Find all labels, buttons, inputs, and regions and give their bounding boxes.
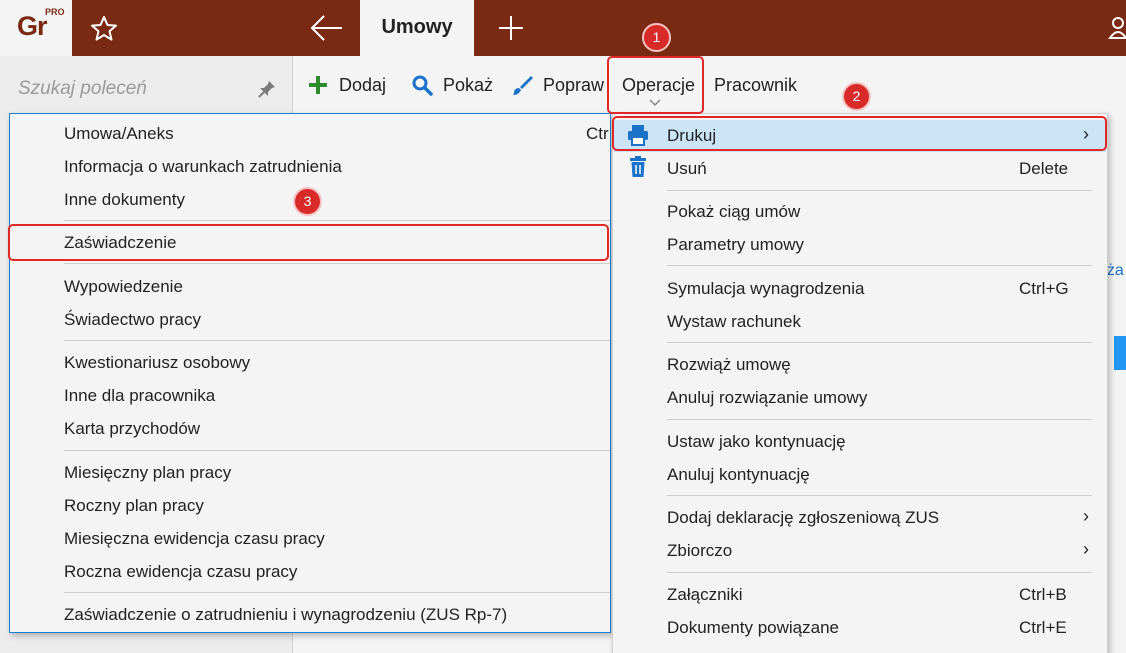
menu-item-cancel-termination[interactable]: Anuluj rozwiązanie umowy: [667, 388, 867, 408]
background-selected-row: [1114, 336, 1126, 370]
annotation-badge-2: 2: [842, 82, 871, 111]
pin-icon[interactable]: [258, 80, 276, 98]
menu-item-attachments-shortcut: Ctrl+B: [1019, 585, 1067, 604]
logo-pro-badge: PRO: [45, 7, 65, 17]
menu-separator: [64, 450, 610, 451]
menu-item-salary-simulation-shortcut: Ctrl+G: [1019, 279, 1069, 298]
annotation-badge-3: 3: [293, 187, 322, 216]
menu-separator: [667, 419, 1092, 420]
employee-menu-label: Pracownik: [714, 74, 798, 95]
annotation-badge-1: 1: [642, 23, 671, 52]
toolbar: Dodaj Pokaż Popraw Operacje Pracownik: [292, 56, 1126, 114]
annotation-box-operations: [607, 56, 704, 114]
menu-item-zus-rp7[interactable]: Zaświadczenie o zatrudnieniu i wynagrodz…: [64, 605, 507, 625]
command-search-input[interactable]: Szukaj poleceń: [18, 78, 147, 100]
search-icon: [412, 75, 433, 96]
menu-item-other-documents[interactable]: Inne dokumenty: [64, 190, 185, 210]
menu-item-show-chain[interactable]: Pokaż ciąg umów: [667, 202, 800, 222]
menu-separator: [64, 220, 610, 221]
menu-item-related-documents-shortcut: Ctrl+E: [1019, 618, 1067, 637]
annotation-box-certificate: [8, 224, 609, 261]
edit-button-label: Popraw: [543, 74, 605, 95]
menu-separator: [64, 592, 610, 593]
back-arrow-icon[interactable]: [306, 11, 346, 45]
show-button-label: Pokaż: [443, 74, 494, 95]
annotation-box-print: [612, 116, 1107, 151]
menu-item-yearly-time-record[interactable]: Roczna ewidencja czasu pracy: [64, 562, 297, 582]
menu-item-other-for-employee[interactable]: Inne dla pracownika: [64, 386, 215, 406]
menu-item-contract-params[interactable]: Parametry umowy: [667, 235, 804, 255]
menu-item-monthly-work-plan[interactable]: Miesięczny plan pracy: [64, 463, 231, 483]
app-logo[interactable]: Gr PRO: [0, 0, 72, 56]
menu-separator: [64, 340, 610, 341]
logo-text: Gr: [17, 11, 47, 41]
menu-item-salary-simulation[interactable]: Symulacja wynagrodzenia: [667, 279, 865, 299]
user-icon[interactable]: [1108, 16, 1126, 40]
menu-separator: [64, 263, 610, 264]
chevron-right-icon: ›: [1083, 539, 1089, 559]
menu-item-personal-questionnaire[interactable]: Kwestionariusz osobowy: [64, 353, 250, 373]
menu-separator: [667, 342, 1092, 343]
menu-item-yearly-work-plan[interactable]: Roczny plan pracy: [64, 496, 204, 516]
new-tab-plus-icon[interactable]: [495, 12, 527, 44]
menu-item-delete[interactable]: Usuń: [667, 159, 707, 179]
trash-icon: [630, 156, 646, 177]
menu-item-delete-shortcut: Delete: [1019, 159, 1069, 178]
tab-umowy[interactable]: Umowy: [360, 0, 474, 56]
add-button[interactable]: Dodaj: [307, 56, 386, 114]
star-icon[interactable]: [88, 13, 120, 45]
menu-item-related-documents[interactable]: Dokumenty powiązane: [667, 618, 839, 638]
menu-item-issue-bill[interactable]: Wystaw rachunek: [667, 312, 801, 332]
menu-item-work-certificate[interactable]: Świadectwo pracy: [64, 310, 201, 330]
operations-dropdown: Drukuj › Usuń Delete Pokaż ciąg umów Par…: [612, 113, 1108, 653]
menu-item-contract-annex[interactable]: Umowa/Aneks: [64, 124, 174, 144]
tab-umowy-label: Umowy: [381, 16, 453, 38]
show-button[interactable]: Pokaż: [411, 56, 493, 114]
menu-separator: [667, 495, 1092, 496]
menu-item-set-continuation[interactable]: Ustaw jako kontynuację: [667, 432, 846, 452]
menu-item-attachments[interactable]: Załączniki: [667, 585, 743, 605]
menu-item-termination-notice[interactable]: Wypowiedzenie: [64, 277, 183, 297]
add-button-label: Dodaj: [339, 74, 387, 95]
employee-menu-button[interactable]: Pracownik: [714, 56, 797, 114]
menu-separator: [667, 265, 1092, 266]
brush-icon: [513, 76, 533, 95]
menu-item-contract-annex-shortcut: Ctr: [586, 124, 609, 143]
menu-item-income-card[interactable]: Karta przychodów: [64, 419, 200, 439]
edit-button[interactable]: Popraw: [511, 56, 604, 114]
menu-item-terminate[interactable]: Rozwiąż umowę: [667, 355, 791, 375]
menu-item-cancel-continuation[interactable]: Anuluj kontynuację: [667, 465, 810, 485]
chevron-right-icon: ›: [1083, 506, 1089, 526]
menu-item-employment-conditions[interactable]: Informacja o warunkach zatrudnienia: [64, 157, 342, 177]
menu-separator: [667, 572, 1092, 573]
menu-item-collective[interactable]: Zbiorczo: [667, 541, 732, 561]
menu-item-add-zus-declaration[interactable]: Dodaj deklarację zgłoszeniową ZUS: [667, 508, 939, 528]
menu-item-monthly-time-record[interactable]: Miesięczna ewidencja czasu pracy: [64, 529, 325, 549]
title-bar: Gr PRO Umowy: [0, 0, 1126, 56]
plus-icon: [309, 76, 327, 94]
menu-separator: [667, 190, 1092, 191]
